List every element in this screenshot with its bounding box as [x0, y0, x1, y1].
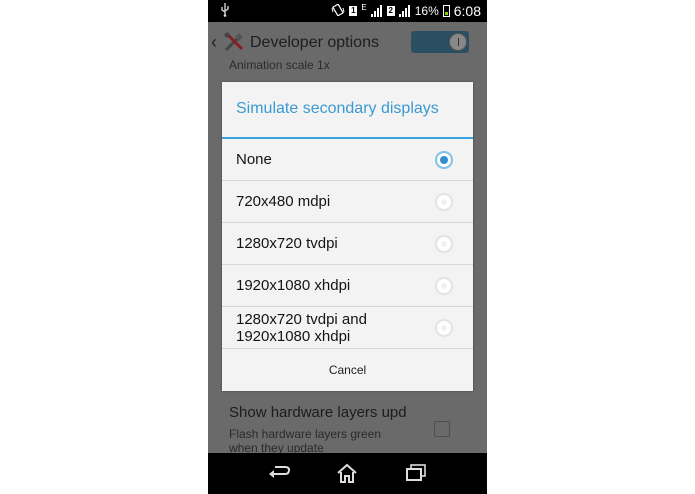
vibrate-icon: [331, 2, 345, 19]
radio-unselected-icon[interactable]: [435, 193, 453, 211]
radio-unselected-icon[interactable]: [435, 235, 453, 253]
option-1280x720-and-1920x1080[interactable]: 1280x720 tvdpi and 1920x1080 xhdpi: [222, 307, 473, 349]
page-title: Developer options: [250, 34, 379, 51]
dialog-title: Simulate secondary displays: [236, 100, 439, 117]
sim1-indicator: 1: [349, 6, 358, 16]
status-bar: 1 E 2 16% 6:08: [208, 0, 487, 22]
option-1920x1080-xhdpi[interactable]: 1920x1080 xhdpi: [222, 265, 473, 307]
option-label: 1920x1080 xhdpi: [236, 277, 351, 294]
simulate-secondary-displays-dialog: Simulate secondary displays None 720x480…: [222, 82, 473, 391]
status-icons: 1 E 2 16% 6:08: [331, 3, 481, 19]
back-icon[interactable]: [265, 461, 293, 485]
navigation-bar: [208, 453, 487, 494]
battery-percent: 16%: [414, 4, 439, 18]
cancel-button[interactable]: Cancel: [222, 349, 473, 391]
recents-icon[interactable]: [402, 461, 430, 485]
show-hw-layers-title: Show hardware layers upd: [229, 404, 407, 421]
sim2-indicator: 2: [386, 6, 395, 16]
toggle-knob: [449, 33, 467, 51]
animation-scale-summary: Animation scale 1x: [229, 58, 330, 72]
option-label: 720x480 mdpi: [236, 193, 331, 210]
developer-options-toggle[interactable]: [411, 31, 469, 53]
option-label-line1: 1280x720 tvdpi and: [236, 311, 367, 328]
developer-tools-icon: [223, 31, 245, 53]
home-icon[interactable]: [333, 461, 361, 485]
signal-icon-1: [370, 5, 383, 17]
option-none[interactable]: None: [222, 139, 473, 181]
option-label-line2: 1920x1080 xhdpi: [236, 328, 351, 345]
option-label: 1280x720 tvdpi: [236, 235, 338, 252]
option-label: 1280x720 tvdpi and 1920x1080 xhdpi: [236, 311, 367, 345]
option-label: None: [236, 151, 272, 168]
battery-icon: [442, 5, 450, 17]
radio-selected-icon[interactable]: [435, 151, 453, 169]
show-hw-layers-checkbox[interactable]: [434, 421, 450, 437]
option-720x480-mdpi[interactable]: 720x480 mdpi: [222, 181, 473, 223]
network-type-label: E: [361, 2, 367, 12]
clock: 6:08: [453, 3, 481, 19]
radio-unselected-icon[interactable]: [435, 319, 453, 337]
radio-unselected-icon[interactable]: [435, 277, 453, 295]
signal-icon-2: [398, 5, 411, 17]
usb-icon: [220, 3, 230, 20]
option-1280x720-tvdpi[interactable]: 1280x720 tvdpi: [222, 223, 473, 265]
show-hw-layers-subtitle: Flash hardware layers green when they up…: [229, 427, 382, 455]
up-chevron-icon[interactable]: ‹: [211, 32, 217, 53]
